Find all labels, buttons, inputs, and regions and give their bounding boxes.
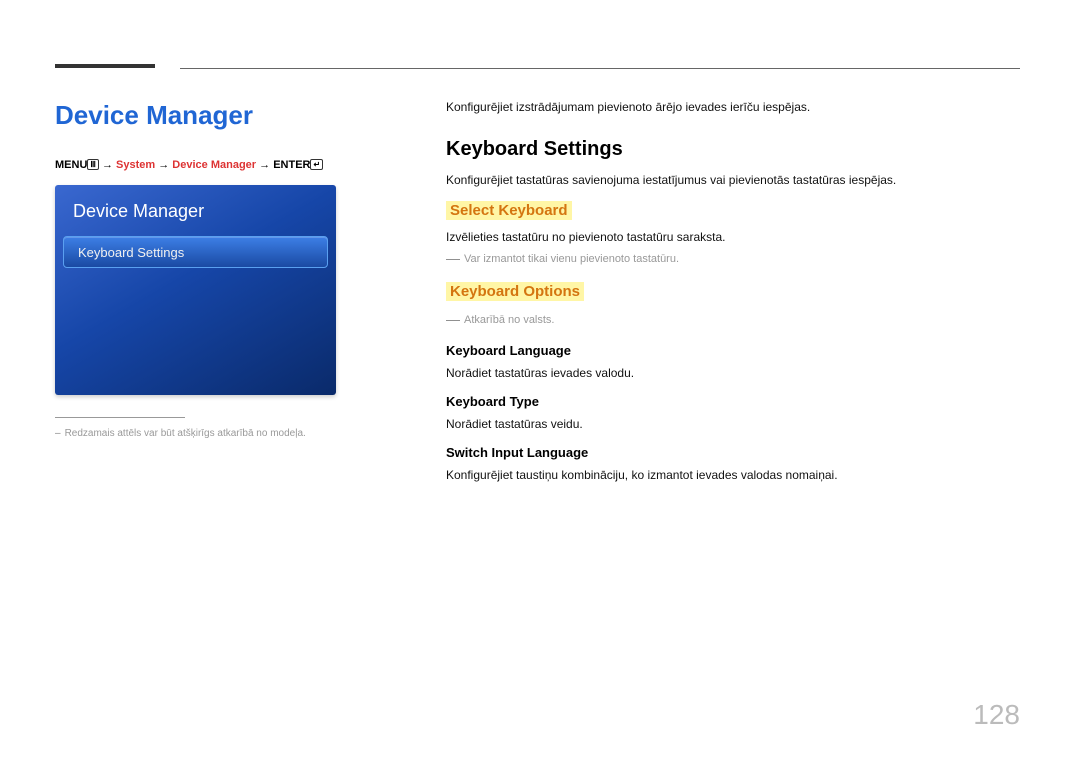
switch-input-language-body: Konfigurējiet taustiņu kombināciju, ko i… bbox=[446, 468, 1020, 482]
breadcrumb-arrow: → bbox=[158, 159, 172, 171]
section-heading: Device Manager bbox=[55, 100, 365, 131]
footnote-rule bbox=[55, 417, 185, 418]
dash-icon: ― bbox=[446, 250, 460, 266]
osd-screenshot: Device Manager Keyboard Settings bbox=[55, 185, 336, 395]
keyboard-options-note-text: Atkarībā no valsts. bbox=[464, 314, 555, 326]
page-number: 128 bbox=[973, 699, 1020, 731]
breadcrumb-devicemgr: Device Manager bbox=[172, 159, 256, 171]
footnote-text: –Redzamais attēls var būt atšķirīgs atka… bbox=[55, 428, 365, 439]
switch-input-language-heading: Switch Input Language bbox=[446, 445, 1020, 460]
select-keyboard-note: ― Var izmantot tikai vienu pievienoto tas… bbox=[446, 250, 1020, 266]
keyboard-settings-body: Konfigurējiet tastatūras savienojuma ies… bbox=[446, 173, 1020, 187]
manual-page: Device Manager MENUⅢ → System → Device M… bbox=[0, 0, 1080, 763]
select-keyboard-body: Izvēlieties tastatūru no pievienoto tast… bbox=[446, 230, 1020, 244]
breadcrumb-arrow: → bbox=[102, 159, 116, 171]
menu-icon: Ⅲ bbox=[87, 159, 99, 170]
enter-icon: ↵ bbox=[310, 159, 323, 170]
osd-panel-title: Device Manager bbox=[55, 197, 336, 236]
keyboard-options-heading: Keyboard Options bbox=[446, 282, 584, 301]
breadcrumb-system: System bbox=[116, 159, 155, 171]
keyboard-type-heading: Keyboard Type bbox=[446, 394, 1020, 409]
dash-icon: – bbox=[55, 428, 61, 439]
breadcrumb-arrow: → bbox=[259, 159, 273, 171]
keyboard-type-body: Norādiet tastatūras veidu. bbox=[446, 417, 1020, 431]
top-section-mark bbox=[55, 64, 155, 68]
select-keyboard-heading: Select Keyboard bbox=[446, 201, 572, 220]
select-keyboard-note-text: Var izmantot tikai vienu pievienoto tast… bbox=[464, 253, 679, 265]
breadcrumb-enter-label: ENTER bbox=[273, 159, 310, 171]
keyboard-settings-heading: Keyboard Settings bbox=[446, 138, 1020, 161]
keyboard-options-note: ― Atkarībā no valsts. bbox=[446, 311, 1020, 327]
left-column: Device Manager MENUⅢ → System → Device M… bbox=[55, 100, 365, 439]
footnote-body: Redzamais attēls var būt atšķirīgs atkar… bbox=[65, 428, 306, 439]
osd-menu-item-keyboard-settings: Keyboard Settings bbox=[63, 236, 328, 268]
right-column: Konfigurējiet izstrādājumam pievienoto ā… bbox=[446, 100, 1020, 496]
menu-breadcrumb: MENUⅢ → System → Device Manager → ENTER↵ bbox=[55, 159, 365, 171]
keyboard-language-body: Norādiet tastatūras ievades valodu. bbox=[446, 366, 1020, 380]
breadcrumb-menu-label: MENU bbox=[55, 159, 87, 171]
keyboard-language-heading: Keyboard Language bbox=[446, 343, 1020, 358]
intro-text: Konfigurējiet izstrādājumam pievienoto ā… bbox=[446, 100, 1020, 114]
top-horizontal-rule bbox=[180, 68, 1020, 69]
dash-icon: ― bbox=[446, 311, 460, 327]
